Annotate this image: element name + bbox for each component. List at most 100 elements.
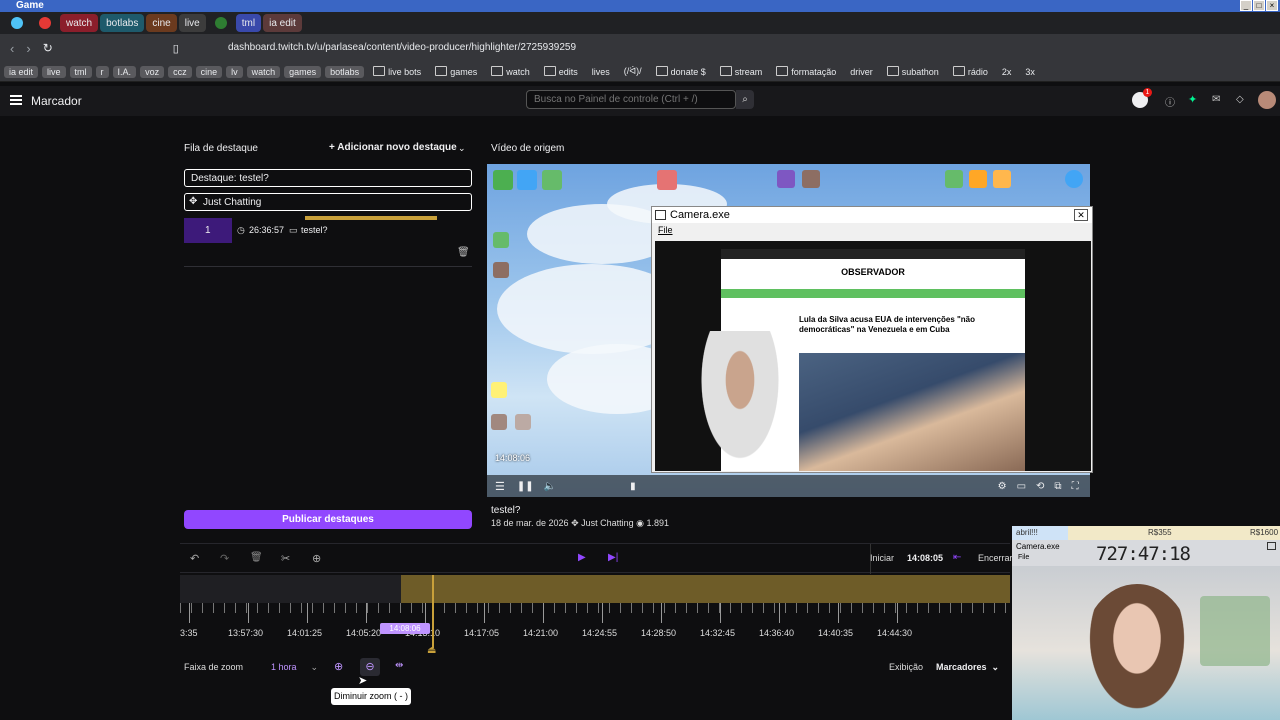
timeline-major-tick [484, 603, 485, 623]
bookmark-item[interactable]: driver [845, 66, 878, 78]
bookmark-item[interactable]: I.A. [112, 65, 137, 78]
help-icon[interactable]: ⓘ [1165, 94, 1175, 109]
minimize-button[interactable]: _ [1240, 0, 1252, 11]
address-bar[interactable]: dashboard.twitch.tv/u/parlasea/content/v… [200, 38, 960, 58]
bookmark-item[interactable]: stream [715, 65, 768, 78]
avatar[interactable] [1258, 91, 1276, 109]
bookmark-item[interactable]: tml [69, 65, 92, 78]
bookmark-item[interactable]: formatação [771, 65, 841, 78]
browser-tab[interactable]: tml [235, 14, 262, 32]
timeline-selected-range[interactable] [401, 575, 1010, 603]
close-icon: ✕ [1074, 209, 1088, 221]
clock-icon: ◷ [237, 225, 245, 235]
bits-icon[interactable]: ◇ [1236, 94, 1244, 105]
list-icon[interactable]: ☰ [495, 480, 505, 493]
bookmark-item[interactable]: (/ᐛ)/ [619, 65, 647, 78]
add-highlight-button[interactable]: + Adicionar novo destaque [329, 142, 457, 153]
browser-tab[interactable] [4, 14, 30, 32]
display-select[interactable]: Marcadores ⌄ [936, 662, 999, 673]
chevron-down-icon[interactable]: ⌄ [458, 143, 466, 154]
delete-icon[interactable]: 🗑 [250, 552, 263, 563]
extensions-icon[interactable]: ✦ [1188, 93, 1197, 106]
bookmark-item[interactable]: live bots [368, 65, 426, 78]
forward-icon[interactable]: › [26, 41, 30, 56]
timeline-tick-label: 14:17:05 [464, 628, 500, 638]
inbox-icon[interactable]: ✉ [1212, 94, 1220, 105]
camera-app-icon [655, 210, 666, 220]
bookmark-icon[interactable]: ▯ [173, 42, 179, 55]
playhead[interactable] [432, 575, 434, 648]
bookmark-item[interactable]: 2x [997, 66, 1017, 78]
playhead-handle-icon[interactable]: ⏏ [427, 645, 436, 656]
search-icon[interactable]: ⌕ [736, 90, 754, 109]
back-icon[interactable]: ‹ [10, 41, 14, 56]
redo-icon[interactable]: ↷ [220, 552, 229, 565]
bookmark-item[interactable]: rádio [948, 65, 993, 78]
video-controls: ☰ ❚❚ 🔈 ▮ ⚙ ▭ ⟲ ⧉ ⛶ [487, 475, 1090, 497]
bookmark-item[interactable]: live [42, 65, 66, 78]
bookmark-item[interactable]: lv [226, 65, 243, 78]
bookmark-item[interactable]: edits [539, 65, 583, 78]
bookmark-item[interactable]: games [284, 65, 322, 78]
bookmark-item[interactable]: subathon [882, 65, 944, 78]
bookmark-item[interactable]: botlabs [325, 65, 365, 78]
search-input[interactable] [526, 90, 736, 109]
pip-icon[interactable]: ⧉ [1054, 481, 1061, 492]
video-date: 18 de mar. de 2026 [491, 518, 569, 528]
bookmark-item[interactable]: ia edit [4, 65, 39, 78]
tab-favicon-icon [39, 17, 51, 29]
fit-icon[interactable]: ⇹ [395, 660, 403, 671]
timeline-toolbar: ↶ ↷ 🗑 ✂ ⊕ ▶ ▶| Iniciar 14:08:05 ⇤ Encerr… [180, 543, 1013, 574]
start-time[interactable]: 14:08:05 [907, 553, 943, 563]
skip-end-icon[interactable]: ▶| [608, 552, 618, 563]
close-button[interactable]: × [1266, 0, 1278, 11]
settings-icon[interactable]: ⚙ [998, 481, 1007, 492]
set-start-icon[interactable]: ⇤ [953, 552, 961, 563]
bookmark-item[interactable]: watch [486, 65, 535, 78]
undo-icon[interactable]: ↶ [190, 552, 199, 565]
theater-icon[interactable]: ▭ [1017, 481, 1026, 492]
chevron-down-icon: ⌄ [991, 662, 1000, 672]
scissors-icon[interactable]: ✂ [281, 552, 290, 565]
bookmark-item[interactable]: games [430, 65, 482, 78]
pause-icon[interactable]: ❚❚ [517, 481, 534, 492]
bookmark-item[interactable]: cine [195, 65, 223, 78]
timeline-major-tick [897, 603, 898, 623]
bookmark-item[interactable]: 3x [1020, 66, 1040, 78]
bookmark-item[interactable]: lives [587, 66, 615, 78]
bookmark-item[interactable]: ccz [168, 65, 192, 78]
browser-tab[interactable]: cine [146, 14, 177, 32]
menu-icon[interactable] [10, 95, 22, 105]
publish-button[interactable]: Publicar destaques [184, 510, 472, 529]
trash-icon[interactable]: 🗑 [457, 247, 470, 258]
browser-tab[interactable]: watch [60, 14, 99, 32]
bookmark-item[interactable]: watch [246, 65, 281, 78]
add-marker-icon[interactable]: ⊕ [312, 552, 321, 565]
gamepad-icon: ✥ [571, 518, 582, 528]
fullscreen-icon[interactable]: ⛶ [1072, 481, 1079, 492]
highlight-title-field[interactable]: Destaque: testel? [184, 169, 472, 187]
volume-icon[interactable]: 🔈 [544, 481, 556, 492]
zoom-in-icon[interactable]: ⊕ [334, 660, 343, 673]
video-category: Just Chatting [581, 518, 634, 528]
clip-icon[interactable]: ⟲ [1036, 481, 1044, 492]
maximize-button[interactable]: □ [1253, 0, 1265, 11]
browser-tab[interactable]: ia edit [263, 14, 302, 32]
zoom-value: 1 hora [271, 662, 297, 672]
timeline-tick-label: 14:05:20 [346, 628, 382, 638]
zoom-select[interactable]: 1 hora ⌄ [271, 662, 318, 673]
webcam-menu-file: File [1018, 554, 1030, 561]
marker-icon[interactable]: ▮ [630, 481, 636, 492]
browser-tab[interactable] [208, 14, 234, 32]
browser-tab[interactable]: live [178, 14, 206, 32]
bookmark-item[interactable]: donate $ [651, 65, 711, 78]
bookmark-item[interactable]: r [95, 65, 109, 78]
browser-tab[interactable]: botlabs [100, 14, 145, 32]
browser-tab[interactable] [32, 14, 58, 32]
bookmark-item[interactable]: voz [140, 65, 165, 78]
category-field[interactable]: ✥ Just Chatting [184, 193, 472, 211]
reload-icon[interactable]: ↻ [43, 41, 53, 55]
play-icon[interactable]: ▶ [578, 552, 586, 563]
timeline-major-tick [248, 603, 249, 623]
goal-bar: abril!!! R$355 R$1600 [1012, 526, 1280, 540]
